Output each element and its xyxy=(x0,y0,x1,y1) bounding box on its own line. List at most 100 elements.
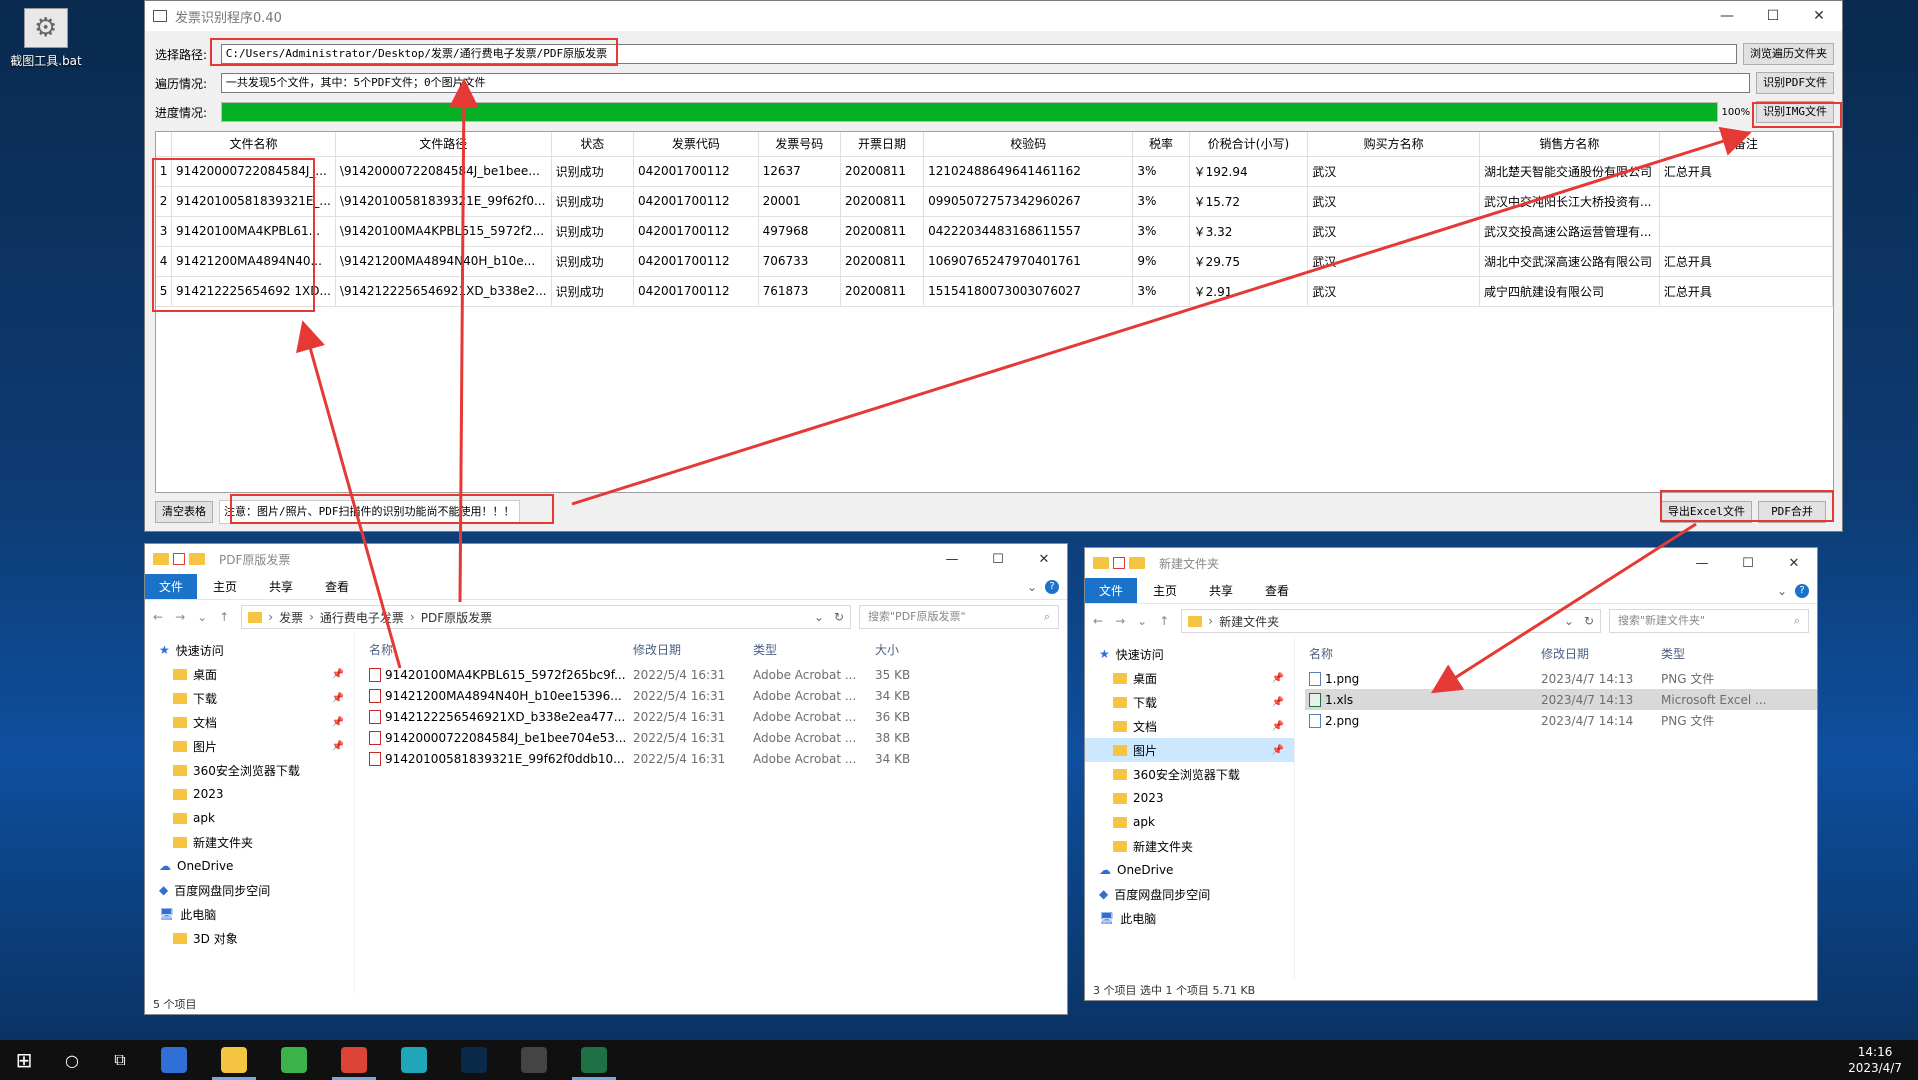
table-cell-total[interactable]: ￥3.32 xyxy=(1189,216,1309,247)
pin-icon[interactable]: 📌 xyxy=(332,693,344,704)
table-cell-code[interactable]: 042001700112 xyxy=(633,186,759,217)
nav-item[interactable]: 新建文件夹 xyxy=(1085,834,1294,858)
table-cell-name[interactable]: 91420100MA4KPBL61... xyxy=(171,216,336,247)
ribbon-tab-file[interactable]: 文件 xyxy=(1085,578,1137,603)
chevron-down-icon[interactable]: ⌄ xyxy=(1777,584,1787,598)
recognize-img-button[interactable]: 识别IMG文件 xyxy=(1756,101,1834,123)
minimize-button[interactable]: — xyxy=(1704,1,1750,31)
table-cell-buyer[interactable]: 武汉 xyxy=(1307,276,1481,307)
taskbar-app[interactable] xyxy=(504,1040,564,1080)
table-cell-note[interactable]: 汇总开具 xyxy=(1659,246,1833,277)
table-cell-status[interactable]: 识别成功 xyxy=(551,246,635,277)
table-cell-tax[interactable]: 3% xyxy=(1132,186,1190,217)
column-header[interactable]: 发票号码 xyxy=(758,132,841,157)
taskbar-app[interactable] xyxy=(324,1040,384,1080)
column-header[interactable]: 状态 xyxy=(551,132,635,157)
nav-item[interactable]: apk xyxy=(145,806,354,830)
table-cell-num[interactable]: 706733 xyxy=(758,246,841,277)
table-cell-date[interactable]: 20200811 xyxy=(840,156,925,187)
table-cell-check[interactable]: 09905072757342960267 xyxy=(923,186,1134,217)
nav-item[interactable]: 2023 xyxy=(145,782,354,806)
clear-table-button[interactable]: 清空表格 xyxy=(155,501,213,523)
table-cell-tax[interactable]: 3% xyxy=(1132,156,1190,187)
breadcrumb-newfolder[interactable]: 新建文件夹 xyxy=(1219,613,1279,630)
table-cell-status[interactable]: 识别成功 xyxy=(551,276,635,307)
taskbar-app[interactable] xyxy=(384,1040,444,1080)
desktop-icon-screenshot-tool[interactable]: 截图工具.bat xyxy=(6,8,86,69)
table-cell-name[interactable]: 914212225654692 1XD... xyxy=(171,276,336,307)
pin-icon[interactable]: 📌 xyxy=(332,741,344,752)
windows-start-icon[interactable]: ⊞ xyxy=(0,1048,48,1072)
column-header[interactable]: 类型 xyxy=(749,641,871,658)
table-cell-name[interactable]: 91420000722084584J_... xyxy=(171,156,336,187)
table-cell-note[interactable] xyxy=(1659,186,1833,217)
breadcrumb-toll[interactable]: 通行费电子发票 xyxy=(320,609,404,626)
nav-item[interactable]: 新建文件夹 xyxy=(145,830,354,854)
table-row[interactable]: 3 91420100MA4KPBL61... \91420100MA4KPBL615… xyxy=(156,216,1833,247)
nav-item[interactable]: 桌面 📌 xyxy=(1085,666,1294,690)
column-header[interactable]: 发票代码 xyxy=(633,132,759,157)
task-view-icon[interactable]: ⧉ xyxy=(96,1050,144,1070)
table-cell-path[interactable]: \91420000722084584J_be1bee... xyxy=(335,156,552,187)
table-cell-check[interactable]: 10690765247970401761 xyxy=(923,246,1134,277)
table-cell-date[interactable]: 20200811 xyxy=(840,246,925,277)
column-header[interactable]: 文件名称 xyxy=(171,132,336,157)
table-cell-num[interactable]: 761873 xyxy=(758,276,841,307)
taskbar-app[interactable] xyxy=(264,1040,324,1080)
table-cell-buyer[interactable]: 武汉 xyxy=(1307,246,1481,277)
nav-item[interactable]: 文档 📌 xyxy=(145,710,354,734)
file-name-cell[interactable]: 91421200MA4894N40H_b10ee15396... xyxy=(365,688,629,703)
address-bar[interactable]: › 发票 › 通行费电子发票 › PDF原版发票 ⌄ ↻ xyxy=(241,605,851,629)
table-cell-path[interactable]: \91420100581839321E_99f62f0... xyxy=(335,186,552,217)
file-name-cell[interactable]: 91420000722084584J_be1bee704e53... xyxy=(365,730,629,745)
table-cell-note[interactable] xyxy=(1659,216,1833,247)
table-cell-total[interactable]: ￥15.72 xyxy=(1189,186,1309,217)
table-cell-path[interactable]: \9142122256546921XD_b338e2... xyxy=(335,276,552,307)
file-name-cell[interactable]: 91420100581839321E_99f62f0ddb10... xyxy=(365,751,629,766)
column-header[interactable]: 大小 xyxy=(871,641,951,658)
ribbon-tab-share[interactable]: 共享 xyxy=(253,578,309,595)
forward-arrow-icon[interactable]: → xyxy=(175,610,185,624)
help-icon[interactable]: ? xyxy=(1045,579,1059,594)
file-name-cell[interactable]: 91420100MA4KPBL615_5972f265bc9f... xyxy=(365,667,629,682)
pin-icon[interactable]: 📌 xyxy=(1272,721,1284,732)
table-cell-num[interactable]: 12637 xyxy=(758,156,841,187)
ribbon-tab-view[interactable]: 查看 xyxy=(309,578,365,595)
nav-item[interactable]: 🖥 此电脑 xyxy=(145,902,354,926)
table-cell-code[interactable]: 042001700112 xyxy=(633,156,759,187)
table-cell-name[interactable]: 91420100581839321E_... xyxy=(171,186,336,217)
nav-item[interactable]: 2023 xyxy=(1085,786,1294,810)
table-cell-total[interactable]: ￥192.94 xyxy=(1189,156,1309,187)
column-header[interactable]: 修改日期 xyxy=(1537,645,1657,662)
file-row[interactable]: 91420000722084584J_be1bee704e53... 2022/5… xyxy=(365,727,1067,748)
column-header[interactable]: 类型 xyxy=(1657,645,1777,662)
table-cell-code[interactable]: 042001700112 xyxy=(633,216,759,247)
nav-item[interactable]: ☁ OneDrive xyxy=(145,854,354,878)
export-excel-button[interactable]: 导出Excel文件 xyxy=(1660,501,1752,523)
ribbon-tab-home[interactable]: 主页 xyxy=(197,578,253,595)
table-cell-check[interactable]: 15154180073003076027 xyxy=(923,276,1134,307)
table-cell-tax[interactable]: 9% xyxy=(1132,246,1190,277)
up-arrow-icon[interactable]: ↑ xyxy=(1159,614,1169,628)
breadcrumb-invoice[interactable]: 发票 xyxy=(279,609,303,626)
table-cell-path[interactable]: \91420100MA4KPBL615_5972f2... xyxy=(335,216,552,247)
table-row[interactable]: 4 91421200MA4894N40... \91421200MA4894N40H… xyxy=(156,246,1833,277)
table-cell-num[interactable]: 497968 xyxy=(758,216,841,247)
table-cell-note[interactable]: 汇总开具 xyxy=(1659,276,1833,307)
table-cell-check[interactable]: 12102488649641461162 xyxy=(923,156,1134,187)
table-cell-tax[interactable]: 3% xyxy=(1132,216,1190,247)
column-header[interactable]: 校验码 xyxy=(923,132,1134,157)
search-input[interactable]: 搜索"新建文件夹" ⌕ xyxy=(1609,609,1809,633)
table-cell-note[interactable]: 汇总开具 xyxy=(1659,156,1833,187)
column-header[interactable]: 税率 xyxy=(1132,132,1190,157)
search-input[interactable]: 搜索"PDF原版发票" ⌕ xyxy=(859,605,1059,629)
file-row[interactable]: 91420100MA4KPBL615_5972f265bc9f... 2022/5… xyxy=(365,664,1067,685)
nav-item[interactable]: 🖥 此电脑 xyxy=(1085,906,1294,930)
maximize-button[interactable]: ☐ xyxy=(975,552,1021,567)
nav-item[interactable]: 360安全浏览器下载 xyxy=(1085,762,1294,786)
column-header[interactable]: 购买方名称 xyxy=(1307,132,1481,157)
table-cell-seller[interactable]: 武汉中交沌阳长江大桥投资有... xyxy=(1479,186,1660,217)
table-cell-code[interactable]: 042001700112 xyxy=(633,276,759,307)
table-row[interactable]: 2 91420100581839321E_... \9142010058183932… xyxy=(156,186,1833,217)
table-cell-check[interactable]: 04222034483168611557 xyxy=(923,216,1134,247)
